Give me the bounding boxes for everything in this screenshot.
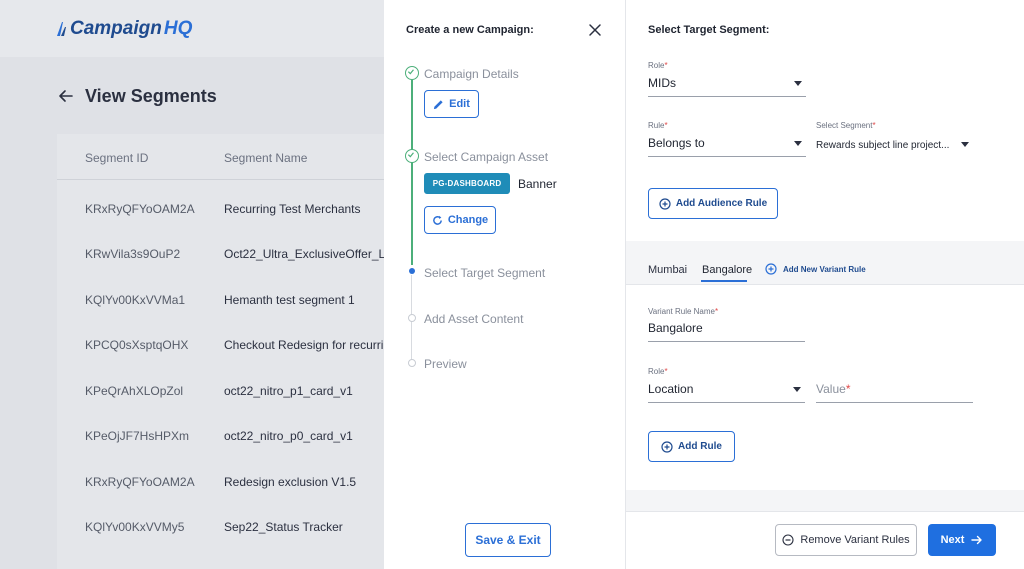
logo-text-campaign: Campaign <box>70 18 162 39</box>
pending-step-dot <box>408 314 416 322</box>
wizard-title: Create a new Campaign: <box>406 24 534 36</box>
segment-select[interactable]: Rewards subject line project... <box>816 130 973 157</box>
step-preview[interactable]: Preview <box>424 357 467 371</box>
table-row-segment-id[interactable]: KQlYv00KxVVMa1 <box>85 293 215 307</box>
page-title: View Segments <box>85 86 217 106</box>
role-select-value: MIDs <box>648 76 676 90</box>
chevron-down-icon <box>794 81 802 86</box>
completed-steps-line <box>411 80 413 265</box>
role-field-label: Role* <box>648 61 668 70</box>
change-asset-button[interactable]: Change <box>424 206 496 234</box>
value-input[interactable]: Value* <box>816 376 973 403</box>
tab-bangalore[interactable]: Bangalore <box>702 264 752 276</box>
step-campaign-details[interactable]: Campaign Details <box>424 67 519 81</box>
rule-field-label: Rule* <box>648 121 668 130</box>
table-row-segment-name[interactable]: Sep22_Status Tracker <box>224 520 384 534</box>
tab-mumbai[interactable]: Mumbai <box>648 264 687 276</box>
variant-rule-name-label: Variant Rule Name* <box>648 307 719 316</box>
remove-variant-rules-button[interactable]: Remove Variant Rules <box>775 524 917 556</box>
role-select[interactable]: MIDs <box>648 70 806 97</box>
column-header-segment-name[interactable]: Segment Name <box>224 151 307 165</box>
plus-circle-icon <box>661 440 673 453</box>
logo-text-hq: HQ <box>163 18 193 39</box>
footer-divider <box>626 511 1024 512</box>
table-row-segment-name[interactable]: Redesign exclusion V1.5 <box>224 475 384 489</box>
asset-type-label: Banner <box>518 177 557 191</box>
step-complete-check-icon <box>405 149 419 163</box>
plus-circle-icon <box>659 197 671 210</box>
table-row-segment-id[interactable]: KPeQrAhXLOpZol <box>85 384 215 398</box>
rule-select[interactable]: Belongs to <box>648 130 806 157</box>
edit-button[interactable]: Edit <box>424 90 479 118</box>
refresh-icon <box>432 215 442 225</box>
chevron-down-icon <box>961 142 969 147</box>
target-segment-title: Select Target Segment: <box>648 24 770 36</box>
add-rule-label: Add Rule <box>678 441 722 452</box>
variant-rule-name-input[interactable]: Bangalore <box>648 316 805 342</box>
pending-step-dot <box>408 359 416 367</box>
chevron-down-icon <box>793 387 801 392</box>
logo-icon <box>57 22 66 36</box>
segment-select-value: Rewards subject line project... <box>816 140 950 151</box>
table-row-segment-id[interactable]: KRwVila3s9OuP2 <box>85 247 215 261</box>
table-row-segment-id[interactable]: KPCQ0sXsptqOHX <box>85 338 215 352</box>
plus-circle-icon <box>765 263 777 275</box>
panel-bottom-band <box>626 490 1024 511</box>
table-row-segment-name[interactable]: Recurring Test Merchants <box>224 202 384 216</box>
remove-variant-rules-label: Remove Variant Rules <box>800 534 910 546</box>
back-arrow-icon[interactable] <box>58 88 74 104</box>
change-button-label: Change <box>447 214 489 226</box>
add-new-variant-rule-label: Add New Variant Rule <box>783 264 866 274</box>
table-row-segment-id[interactable]: KPeOjJF7HsHPXm <box>85 429 215 443</box>
table-row-segment-name[interactable]: Checkout Redesign for recurring <box>224 338 384 352</box>
save-exit-label: Save & Exit <box>475 533 541 547</box>
add-audience-rule-button[interactable]: Add Audience Rule <box>648 188 778 219</box>
table-row-segment-id[interactable]: KRxRyQFYoOAM2A <box>85 475 215 489</box>
step-complete-check-icon <box>405 66 419 80</box>
save-exit-button[interactable]: Save & Exit <box>465 523 551 557</box>
variant-role-field-label: Role* <box>648 367 668 376</box>
wizard-steps-panel: Create a new Campaign: Campaign Details … <box>384 0 626 569</box>
target-segment-panel: Select Target Segment: Role* MIDs Rule* … <box>626 0 1024 569</box>
table-row-segment-name[interactable]: oct22_nitro_p1_card_v1 <box>224 384 384 398</box>
add-rule-button[interactable]: Add Rule <box>648 431 735 462</box>
tabs-divider <box>626 284 1024 285</box>
add-new-variant-rule-button[interactable]: Add New Variant Rule <box>765 263 866 275</box>
variant-role-select[interactable]: Location <box>648 376 805 403</box>
rule-select-value: Belongs to <box>648 136 705 150</box>
variant-role-value: Location <box>648 382 694 396</box>
current-step-dot <box>409 268 415 274</box>
table-row-segment-name[interactable]: oct22_nitro_p0_card_v1 <box>224 429 384 443</box>
campaignhq-logo[interactable]: Campaign HQ <box>56 18 192 40</box>
table-row-segment-id[interactable]: KRxRyQFYoOAM2A <box>85 202 215 216</box>
minus-circle-icon <box>782 534 794 546</box>
select-segment-field-label: Select Segment* <box>816 121 876 130</box>
next-button[interactable]: Next <box>928 524 996 556</box>
chevron-down-icon <box>794 141 802 146</box>
column-header-segment-id[interactable]: Segment ID <box>85 151 148 165</box>
app-header: Campaign HQ <box>0 0 384 57</box>
arrow-right-icon <box>971 535 983 545</box>
asset-chip: PG-DASHBOARD <box>424 173 510 194</box>
variant-rule-name-value: Bangalore <box>648 321 703 335</box>
table-row-segment-id[interactable]: KQlYv00KxVVMy5 <box>85 520 215 534</box>
step-select-campaign-asset[interactable]: Select Campaign Asset <box>424 150 548 164</box>
table-header-divider <box>57 179 384 180</box>
step-add-asset-content[interactable]: Add Asset Content <box>424 312 523 326</box>
close-icon[interactable] <box>588 23 602 37</box>
step-select-target-segment[interactable]: Select Target Segment <box>424 266 545 280</box>
value-placeholder: Value* <box>816 382 851 396</box>
pencil-icon <box>434 99 443 109</box>
table-row-segment-name[interactable]: Hemanth test segment 1 <box>224 293 384 307</box>
add-audience-rule-label: Add Audience Rule <box>675 198 768 209</box>
next-button-label: Next <box>940 534 965 546</box>
active-tab-indicator <box>701 280 747 282</box>
edit-button-label: Edit <box>449 98 470 110</box>
table-row-segment-name[interactable]: Oct22_Ultra_ExclusiveOffer_LC <box>224 247 384 261</box>
